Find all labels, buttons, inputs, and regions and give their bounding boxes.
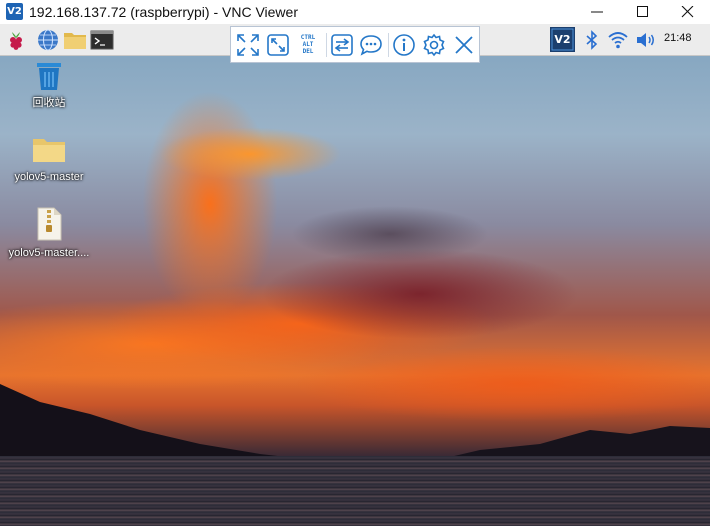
terminal-icon [90, 30, 114, 50]
zip-archive-icon [37, 207, 62, 241]
trash-bin-icon [37, 63, 61, 90]
window-title: 192.168.137.72 (raspberrypi) - VNC Viewe… [29, 4, 298, 20]
scale-button[interactable] [265, 32, 291, 58]
close-button[interactable] [664, 0, 710, 24]
vnc-viewer-logo-icon: V2 [6, 3, 23, 20]
web-browser-icon [38, 29, 58, 51]
wifi-icon [608, 32, 628, 49]
transfer-files-icon [331, 34, 353, 56]
settings-button[interactable] [421, 32, 447, 58]
toolbar-separator [326, 33, 327, 57]
maximize-icon [637, 6, 648, 17]
toolbar-separator [388, 33, 389, 57]
vnc-server-label: V2 [554, 33, 571, 46]
chat-icon [360, 35, 382, 56]
wifi-button[interactable] [606, 28, 630, 52]
scale-icon [267, 34, 289, 56]
remote-desktop[interactable]: 回收站 yolov5-master yolov5-master.... [0, 24, 710, 526]
file-manager-button[interactable] [63, 28, 87, 52]
bluetooth-icon [586, 30, 598, 50]
transfer-files-button[interactable] [329, 32, 355, 58]
ctrl-alt-del-button[interactable]: CTRL ALT DEL [295, 32, 321, 58]
desktop-icon-zip[interactable]: yolov5-master.... [4, 206, 94, 260]
window-titlebar: V2 192.168.137.72 (raspberrypi) - VNC Vi… [0, 0, 710, 24]
terminal-button[interactable] [90, 28, 114, 52]
close-toolbar-icon [455, 36, 473, 54]
chat-button[interactable] [358, 32, 384, 58]
close-icon [681, 6, 694, 18]
full-screen-icon [237, 34, 259, 56]
desktop-icon-label: 回收站 [32, 97, 66, 109]
alt-label: ALT [302, 41, 314, 48]
web-browser-button[interactable] [36, 28, 60, 52]
bluetooth-button[interactable] [580, 28, 604, 52]
volume-icon [637, 33, 654, 47]
desktop-icon-trash[interactable]: 回收站 [4, 60, 94, 110]
full-screen-button[interactable] [235, 32, 261, 58]
desktop-icon-folder[interactable]: yolov5-master [4, 134, 94, 184]
raspberry-menu-button[interactable] [4, 28, 28, 52]
settings-icon [423, 33, 445, 57]
close-toolbar-button[interactable] [451, 32, 477, 58]
desktop-icon-label: yolov5-master.... [8, 247, 90, 259]
folder-icon [33, 139, 65, 162]
panel-clock[interactable]: 21:48 [664, 32, 692, 44]
del-label: DEL [302, 48, 314, 55]
vnc-toolbar: CTRL ALT DEL [230, 26, 480, 63]
sea-water [0, 456, 710, 526]
vnc-server-button[interactable]: V2 [550, 27, 575, 52]
minimize-icon [591, 11, 603, 13]
file-manager-icon [64, 33, 86, 49]
maximize-button[interactable] [620, 0, 666, 24]
desktop-icon-label: yolov5-master [14, 171, 84, 183]
info-button[interactable] [391, 32, 417, 58]
mountain-silhouette-left [0, 384, 330, 464]
volume-button[interactable] [634, 28, 658, 52]
ctrl-label: CTRL [300, 34, 316, 41]
ctrl-alt-del-icon: CTRL ALT DEL [295, 34, 321, 55]
info-icon [393, 34, 415, 56]
minimize-button[interactable] [574, 0, 620, 24]
raspberry-menu-icon [10, 32, 22, 50]
